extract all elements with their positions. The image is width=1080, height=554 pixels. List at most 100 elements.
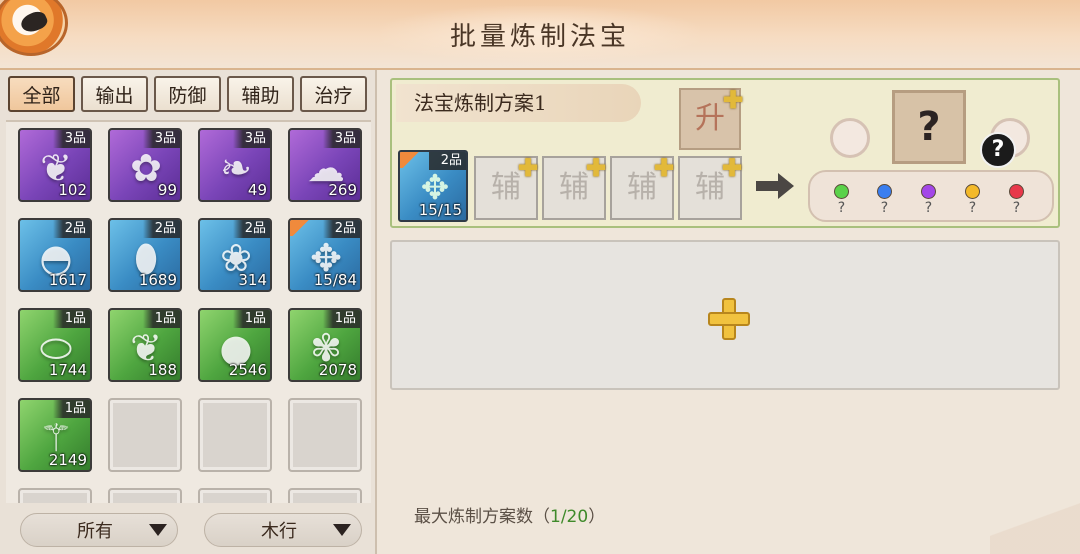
empty-inventory-slot[interactable] <box>18 488 92 503</box>
empty-inventory-slot[interactable] <box>198 398 272 472</box>
item-count: 2149 <box>48 451 87 469</box>
temple-decoration <box>990 484 1080 554</box>
recipe-title: 法宝炼制方案1 <box>396 84 641 122</box>
empty-inventory-slot[interactable] <box>108 398 182 472</box>
owner-filter-label: 所有 <box>77 521 113 542</box>
plus-icon: ✚ <box>723 85 744 114</box>
help-glyph: ? <box>991 137 1005 162</box>
element-filter-label: 木行 <box>261 521 297 542</box>
item-count: 1689 <box>138 271 177 289</box>
inventory-item[interactable]: ☁ 3品 269 <box>288 128 362 202</box>
green-gem-icon <box>834 184 849 199</box>
tab-defense[interactable]: 防御 <box>154 76 221 112</box>
max-recipes-value: 1/20 <box>550 507 589 527</box>
inventory-item[interactable]: ● 1品 2546 <box>198 308 272 382</box>
plus-icon: ✚ <box>586 153 607 182</box>
header-bar: 批量炼制法宝 <box>0 0 1080 70</box>
element-filter-dropdown[interactable]: 木行 <box>204 513 362 547</box>
grade-badge: 1品 <box>232 310 270 328</box>
tab-all[interactable]: 全部 <box>8 76 75 112</box>
max-recipes-label: 最大炼制方案数（ <box>414 507 550 527</box>
max-recipes-suffix: ） <box>588 507 606 527</box>
category-tabs: 全部 输出 防御 辅助 治疗 <box>8 76 367 114</box>
item-count: 15/84 <box>313 271 357 289</box>
filter-bar: 所有 木行 <box>20 513 362 547</box>
tab-heal[interactable]: 治疗 <box>300 76 367 112</box>
purple-gem-icon <box>921 184 936 199</box>
max-recipes-note: 最大炼制方案数（1/20） <box>414 502 605 527</box>
main-material-slot[interactable]: ✥ 2品 15/15 <box>398 150 468 222</box>
aux-glyph: 辅 <box>491 170 521 205</box>
cloud-ornament <box>830 118 870 158</box>
inventory-item[interactable]: ❧ 3品 49 <box>198 128 272 202</box>
inventory-item[interactable]: ✿ 3品 99 <box>108 128 182 202</box>
grade-badge: 1品 <box>52 400 90 418</box>
result-slot[interactable]: ? <box>892 90 966 164</box>
plus-icon: ✚ <box>518 153 539 182</box>
inventory-item[interactable]: ❦ 1品 188 <box>108 308 182 382</box>
inventory-item[interactable]: ⚚ 1品 2149 <box>18 398 92 472</box>
recipe-card[interactable]: 法宝炼制方案1 升 ✚ ✥ 2品 15/15 辅 ✚ 辅 ✚ 辅 ✚ 辅 ✚ ?… <box>390 78 1060 228</box>
inventory-panel: 全部 输出 防御 辅助 治疗 ❦ 3品 102 ✿ 3品 99 ❧ 3品 49 ☁ 3品 269 ◓ 2品… <box>0 70 377 554</box>
inventory-item[interactable]: ⬮ 2品 1689 <box>108 218 182 292</box>
gem-unknown-label: ? <box>924 200 933 216</box>
tab-output[interactable]: 输出 <box>81 76 148 112</box>
grade-badge: 2品 <box>232 220 270 238</box>
page-title: 批量炼制法宝 <box>449 22 630 52</box>
gem-unknown-label: ? <box>968 200 977 216</box>
gold-gem-icon <box>965 184 980 199</box>
inventory-item[interactable]: ❀ 2品 314 <box>198 218 272 292</box>
item-count: 1744 <box>48 361 87 379</box>
aux-slot-1[interactable]: 辅 ✚ <box>474 156 538 220</box>
question-icon: ? <box>917 104 941 150</box>
inventory-item[interactable]: ⬭ 1品 1744 <box>18 308 92 382</box>
tab-support[interactable]: 辅助 <box>227 76 294 112</box>
item-count: 2546 <box>228 361 267 379</box>
item-count: 269 <box>328 181 357 199</box>
red-gem-icon <box>1009 184 1024 199</box>
item-count: 49 <box>247 181 267 199</box>
arrow-right-icon <box>756 173 794 199</box>
add-recipe-button[interactable] <box>390 240 1060 390</box>
inventory-item[interactable]: ◓ 2品 1617 <box>18 218 92 292</box>
grade-badge: 3品 <box>232 130 270 148</box>
grade-badge: 3品 <box>142 130 180 148</box>
upgrade-slot[interactable]: 升 ✚ <box>679 85 744 150</box>
item-count: 188 <box>148 361 177 379</box>
result-altar: ? ? ? ? ? ? ? <box>804 88 1058 228</box>
empty-inventory-slot[interactable] <box>288 488 362 503</box>
upgrade-glyph: 升 <box>695 101 725 136</box>
blue-gem-icon <box>877 184 892 199</box>
inventory-item[interactable]: ❦ 3品 102 <box>18 128 92 202</box>
gem-unknown-label: ? <box>880 200 889 216</box>
owner-filter-dropdown[interactable]: 所有 <box>20 513 178 547</box>
empty-inventory-slot[interactable] <box>108 488 182 503</box>
inventory-item[interactable]: ✥ 2品 15/84 <box>288 218 362 292</box>
aux-glyph: 辅 <box>559 170 589 205</box>
help-icon[interactable]: ? <box>980 132 1016 168</box>
grade-badge: 3品 <box>322 130 360 148</box>
plus-icon: ✚ <box>654 153 675 182</box>
aux-slot-3[interactable]: 辅 ✚ <box>610 156 674 220</box>
grade-badge: 2品 <box>428 152 466 170</box>
plus-icon <box>708 298 750 340</box>
inventory-item[interactable]: ✾ 1品 2078 <box>288 308 362 382</box>
inventory-grid: ❦ 3品 102 ✿ 3品 99 ❧ 3品 49 ☁ 3品 269 ◓ 2品 1617 ⬮ 2品 1689 ❀ 2品 3… <box>6 120 371 503</box>
aux-slot-4[interactable]: 辅 ✚ <box>678 156 742 220</box>
chevron-down-icon <box>149 524 167 536</box>
empty-inventory-slot[interactable] <box>198 488 272 503</box>
grade-badge: 2品 <box>52 220 90 238</box>
gem-unknown-label: ? <box>1012 200 1021 216</box>
gem-unknown-label: ? <box>837 200 846 216</box>
grade-badge: 1品 <box>322 310 360 328</box>
empty-inventory-slot[interactable] <box>288 398 362 472</box>
grade-badge: 1品 <box>142 310 180 328</box>
item-count: 102 <box>58 181 87 199</box>
plus-icon: ✚ <box>722 153 743 182</box>
crafting-panel: 法宝炼制方案1 升 ✚ ✥ 2品 15/15 辅 ✚ 辅 ✚ 辅 ✚ 辅 ✚ ?… <box>380 70 1080 554</box>
grade-badge: 1品 <box>52 310 90 328</box>
aux-glyph: 辅 <box>627 170 657 205</box>
aux-slot-2[interactable]: 辅 ✚ <box>542 156 606 220</box>
item-count: 2078 <box>318 361 357 379</box>
grade-badge: 2品 <box>322 220 360 238</box>
